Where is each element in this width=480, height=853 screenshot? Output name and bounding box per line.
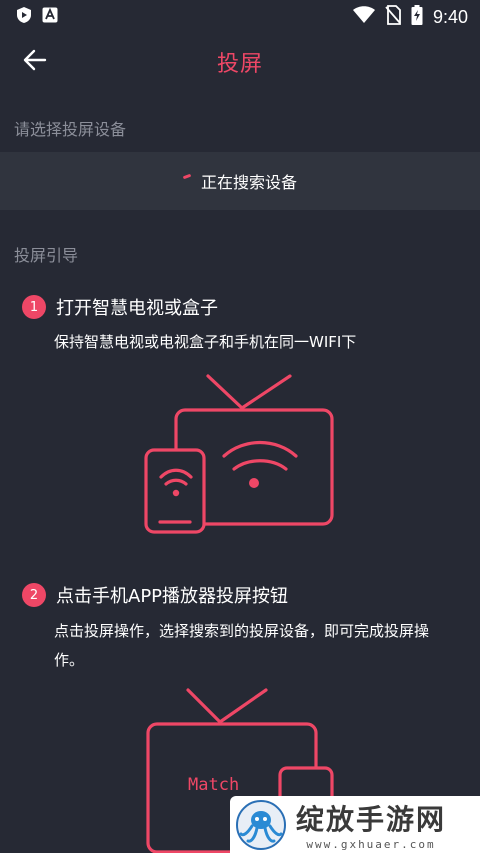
step-title: 打开智慧电视或盒子 [56, 298, 218, 319]
battery-charging-icon [411, 5, 423, 29]
watermark: 绽放手游网 www.gxhuaer.com [230, 796, 480, 853]
status-right-icons: 9:40 [352, 5, 468, 29]
device-search-row[interactable]: 正在搜索设备 [0, 152, 480, 210]
a-box-icon [42, 7, 58, 27]
match-screen-text: Match [188, 775, 239, 795]
select-device-label: 请选择投屏设备 [14, 120, 127, 139]
wifi-icon [352, 6, 375, 28]
shield-play-icon [16, 6, 32, 28]
octopus-logo-icon [230, 796, 292, 853]
watermark-title: 绽放手游网 [296, 803, 447, 836]
loading-spinner-icon [182, 173, 192, 179]
guide-label: 投屏引导 [14, 246, 79, 265]
step-description: 点击投屏操作，选择搜索到的投屏设备，即可完成投屏操作。 [54, 622, 430, 669]
watermark-url: www.gxhuaer.com [306, 838, 436, 851]
step-number-badge: 2 [22, 583, 46, 607]
step-2-heading: 2 点击手机APP播放器投屏按钮 [22, 582, 288, 608]
app-bar: 投屏 [0, 34, 480, 90]
status-time: 9:40 [432, 6, 468, 27]
step-title: 点击手机APP播放器投屏按钮 [56, 586, 289, 607]
arrow-left-icon [23, 49, 47, 75]
back-button[interactable] [14, 42, 56, 82]
step-1-heading: 1 打开智慧电视或盒子 [22, 294, 218, 320]
watermark-texts: 绽放手游网 www.gxhuaer.com [296, 798, 446, 851]
status-bar: 9:40 [0, 0, 480, 34]
searching-text: 正在搜索设备 [200, 173, 297, 192]
status-left-icons [16, 6, 58, 28]
tv-and-phone-wifi-illustration [140, 372, 340, 542]
step-description: 保持智慧电视或电视盒子和手机在同一WIFI下 [54, 333, 357, 351]
step-number-badge: 1 [22, 295, 46, 319]
no-sim-icon [385, 5, 401, 29]
page-title: 投屏 [216, 52, 263, 77]
